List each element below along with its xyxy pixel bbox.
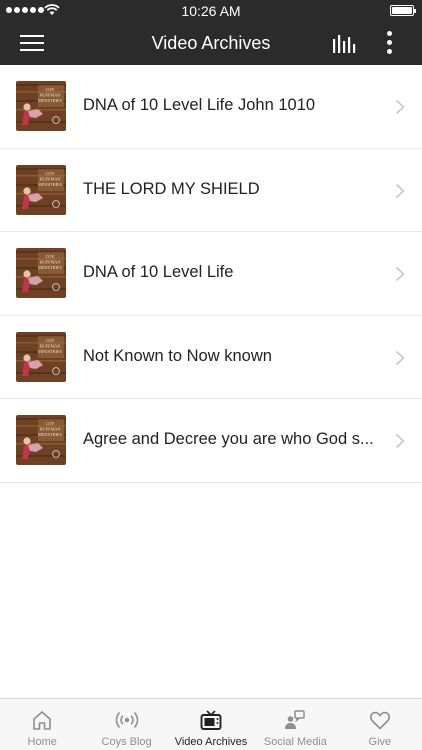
chevron-right-icon — [395, 434, 405, 449]
tab-home[interactable]: Home — [0, 699, 84, 750]
social-media-icon — [285, 710, 306, 729]
tab-video-archives[interactable]: Video Archives — [169, 699, 253, 750]
tab-label: Video Archives — [174, 736, 248, 748]
video-thumbnail: COY HUFFMAN MINISTRIES — [16, 415, 66, 466]
navigation-bar: Video Archives — [0, 21, 422, 65]
tab-bar: Home Coys Blog Video Archives Social Med… — [0, 698, 422, 750]
video-title: DNA of 10 Level Life — [83, 263, 234, 282]
status-bar: 10:26 AM — [0, 0, 422, 21]
heart-icon — [369, 711, 390, 730]
hamburger-menu-icon[interactable] — [20, 34, 44, 52]
tab-coys-blog[interactable]: Coys Blog — [84, 699, 168, 750]
video-title: Agree and Decree you are who God s... — [83, 430, 374, 449]
tab-social-media[interactable]: Social Media — [253, 699, 337, 750]
broadcast-icon — [115, 712, 138, 728]
audio-bars-icon[interactable] — [332, 34, 356, 53]
tab-label: Social Media — [263, 736, 327, 748]
list-item[interactable]: COY HUFFMAN MINISTRIES THE LORD MY SHIELD — [0, 148, 422, 233]
chevron-right-icon — [395, 350, 405, 365]
video-thumbnail: COY HUFFMAN MINISTRIES — [16, 164, 66, 215]
video-thumbnail: COY HUFFMAN MINISTRIES — [16, 81, 66, 131]
tab-give[interactable]: Give — [338, 699, 422, 750]
list-item[interactable]: COY HUFFMAN MINISTRIES DNA of 10 Level Lif… — [0, 65, 422, 149]
status-time: 10:26 AM — [181, 3, 241, 19]
tv-icon — [200, 710, 222, 730]
home-icon — [33, 711, 52, 730]
video-thumbnail: COY HUFFMAN MINISTRIES — [16, 331, 66, 382]
tab-label: Give — [368, 736, 392, 748]
list-item[interactable]: COY HUFFMAN MINISTRIES DNA of 10 Level Lif… — [0, 232, 422, 316]
chevron-right-icon — [395, 183, 405, 198]
list-item[interactable]: COY HUFFMAN MINISTRIES Not Known to Now kn… — [0, 315, 422, 400]
tab-label: Home — [27, 736, 57, 748]
list-item[interactable]: COY HUFFMAN MINISTRIES Agree and Decree yo… — [0, 399, 422, 483]
video-list: COY HUFFMAN MINISTRIES DNA of 10 Level Lif… — [0, 65, 422, 483]
chevron-right-icon — [395, 99, 405, 115]
chevron-right-icon — [395, 267, 405, 282]
battery-icon — [390, 5, 416, 16]
tab-label: Coys Blog — [101, 736, 152, 748]
video-title: THE LORD MY SHIELD — [83, 179, 260, 198]
video-thumbnail: COY HUFFMAN MINISTRIES — [16, 248, 66, 299]
page-title: Video Archives — [151, 33, 271, 53]
more-options-icon[interactable] — [384, 31, 396, 55]
video-title: DNA of 10 Level Life John 1010 — [83, 96, 316, 114]
video-title: Not Known to Now known — [83, 346, 272, 365]
